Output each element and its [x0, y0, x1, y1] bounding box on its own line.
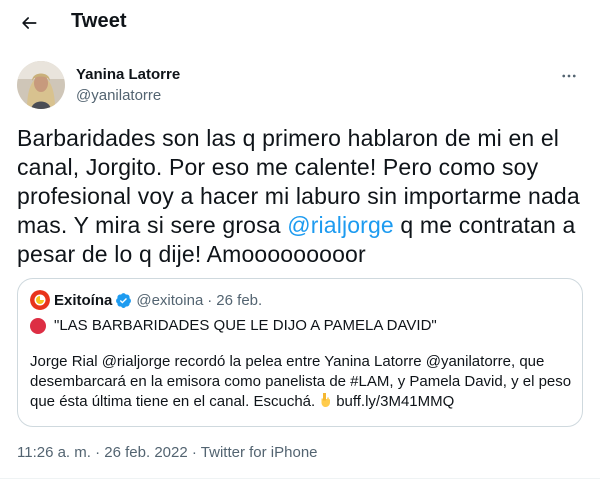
quoted-avatar[interactable] — [30, 290, 50, 310]
more-button[interactable] — [559, 66, 579, 86]
quoted-author-name[interactable]: Exitoína — [54, 292, 112, 309]
quoted-body-line: desembarcará en la emisora como panelist… — [30, 373, 572, 390]
tweet-text: Barbaridades son las q primero hablaron … — [17, 124, 583, 269]
dot-separator: · — [207, 291, 213, 309]
exitoina-logo-icon — [30, 290, 50, 310]
quoted-headline: "LAS BARBARIDADES QUE LE DIJO A PAMELA D… — [30, 317, 437, 334]
author-name[interactable]: Yanina Latorre — [76, 66, 180, 83]
red-circle-icon — [30, 317, 46, 334]
avatar[interactable] — [17, 61, 65, 109]
mention-link[interactable]: @rialjorge — [287, 212, 394, 238]
dot-separator: · — [191, 444, 197, 461]
tweet-line-part: mas. Y mira si sere grosa — [17, 212, 288, 238]
divider — [0, 478, 600, 479]
backhand-index-down-icon — [321, 393, 331, 407]
tweet-line: canal, Jorgito. Por eso me calente! Pero… — [17, 154, 539, 180]
tweet-line: Barbaridades son las q primero hablaron … — [17, 125, 560, 151]
quoted-date[interactable]: 26 feb. — [216, 292, 262, 309]
top-bar: Tweet — [0, 0, 600, 46]
tweet-line: profesional voy a hacer mi laburo sin im… — [17, 183, 580, 209]
tweet-metadata: 11:26 a. m. · 26 feb. 2022 · Twitter for… — [17, 444, 318, 461]
tweet-source[interactable]: Twitter for iPhone — [201, 444, 318, 461]
quoted-tweet-header: Exitoína @exitoina · 26 feb. — [30, 290, 262, 310]
back-arrow-icon — [22, 17, 37, 29]
dot-separator: · — [95, 444, 101, 461]
more-icon — [562, 74, 576, 78]
tweet-time[interactable]: 11:26 a. m. — [17, 444, 91, 461]
quoted-headline-text: "LAS BARBARIDADES QUE LE DIJO A PAMELA D… — [54, 317, 437, 334]
avatar-image — [17, 61, 65, 109]
tweet-date[interactable]: 26 feb. 2022 — [104, 444, 187, 461]
author-handle[interactable]: @yanilatorre — [76, 87, 161, 104]
quoted-body: Jorge Rial @rialjorge recordó la pelea e… — [30, 352, 572, 412]
quoted-tweet[interactable]: Exitoína @exitoina · 26 feb. "LAS BARBAR… — [17, 278, 583, 427]
back-button[interactable] — [14, 8, 44, 38]
quoted-link[interactable]: buff.ly/3M41MMQ — [336, 393, 454, 410]
page-title: Tweet — [71, 10, 127, 32]
quoted-body-line: que ésta última tiene en el canal. Escuc… — [30, 392, 570, 412]
tweet-author: Yanina Latorre @yanilatorre — [17, 61, 583, 113]
tweet-line-part: q me contratan a — [393, 212, 576, 238]
quoted-body-line: Jorge Rial @rialjorge recordó la pelea e… — [30, 353, 545, 370]
quoted-body-line-text: que ésta última tiene en el canal. Escuc… — [30, 393, 316, 410]
tweet-line: pesar de lo q dije! Amooooooooor — [17, 241, 366, 267]
verified-badge-icon — [116, 292, 132, 308]
quoted-author-handle[interactable]: @exitoina — [136, 292, 203, 309]
tweet-line: mas. Y mira si sere grosa @rialjorge q m… — [17, 211, 583, 240]
